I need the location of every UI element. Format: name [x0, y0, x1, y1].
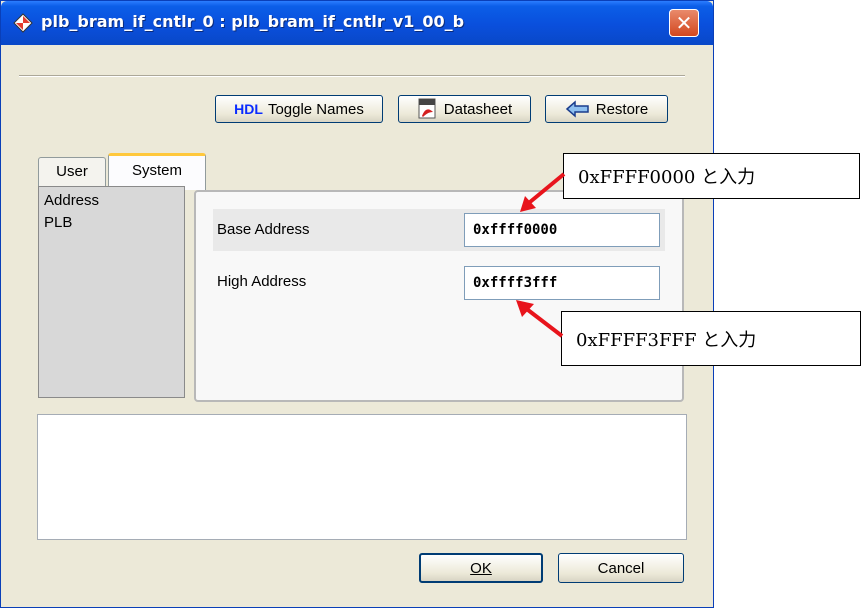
cancel-label: Cancel	[597, 559, 645, 577]
list-item-plb[interactable]: PLB	[44, 214, 72, 231]
toggle-names-button[interactable]: HDL Toggle Names	[215, 95, 383, 123]
cancel-button[interactable]: Cancel	[558, 553, 684, 583]
ok-button[interactable]: OK	[419, 553, 543, 583]
close-button[interactable]: ✕	[669, 9, 699, 37]
tab-system[interactable]: System	[108, 153, 206, 190]
list-item-address[interactable]: Address	[44, 192, 99, 209]
high-address-label: High Address	[217, 273, 307, 290]
tab-user-label: User	[56, 163, 88, 180]
arrow-to-base-address	[520, 172, 566, 212]
toggle-names-label: Toggle Names	[267, 100, 364, 118]
dialog-window: plb_bram_if_cntlr_0 : plb_bram_if_cntlr_…	[0, 0, 714, 608]
restore-button[interactable]: Restore	[545, 95, 668, 123]
category-list: Address PLB	[38, 186, 185, 398]
callout-base-address: 0xFFFF0000 と入力	[563, 153, 860, 199]
description-area	[37, 414, 687, 540]
callout-high-address-text: 0xFFFF3FFF と入力	[576, 329, 757, 351]
restore-icon	[565, 99, 591, 119]
window-title: plb_bram_if_cntlr_0 : plb_bram_if_cntlr_…	[41, 12, 465, 31]
arrow-to-high-address	[516, 300, 564, 338]
ok-label: OK	[470, 559, 492, 577]
tab-system-label: System	[131, 162, 182, 179]
close-icon: ✕	[675, 11, 693, 35]
callout-base-address-text: 0xFFFF0000 と入力	[578, 167, 756, 188]
high-address-input[interactable]: 0xffff3fff	[464, 266, 660, 300]
app-icon	[13, 13, 33, 33]
datasheet-label: Datasheet	[443, 100, 513, 118]
datasheet-button[interactable]: Datasheet	[398, 95, 531, 123]
base-address-label: Base Address	[217, 221, 310, 238]
restore-label: Restore	[595, 100, 649, 118]
callout-high-address: 0xFFFF3FFF と入力	[561, 311, 861, 366]
header-separator	[19, 75, 685, 77]
pdf-icon	[417, 98, 439, 120]
title-bar[interactable]: plb_bram_if_cntlr_0 : plb_bram_if_cntlr_…	[1, 1, 713, 45]
tab-user[interactable]: User	[38, 157, 106, 186]
hdl-icon: HDL	[234, 101, 263, 117]
